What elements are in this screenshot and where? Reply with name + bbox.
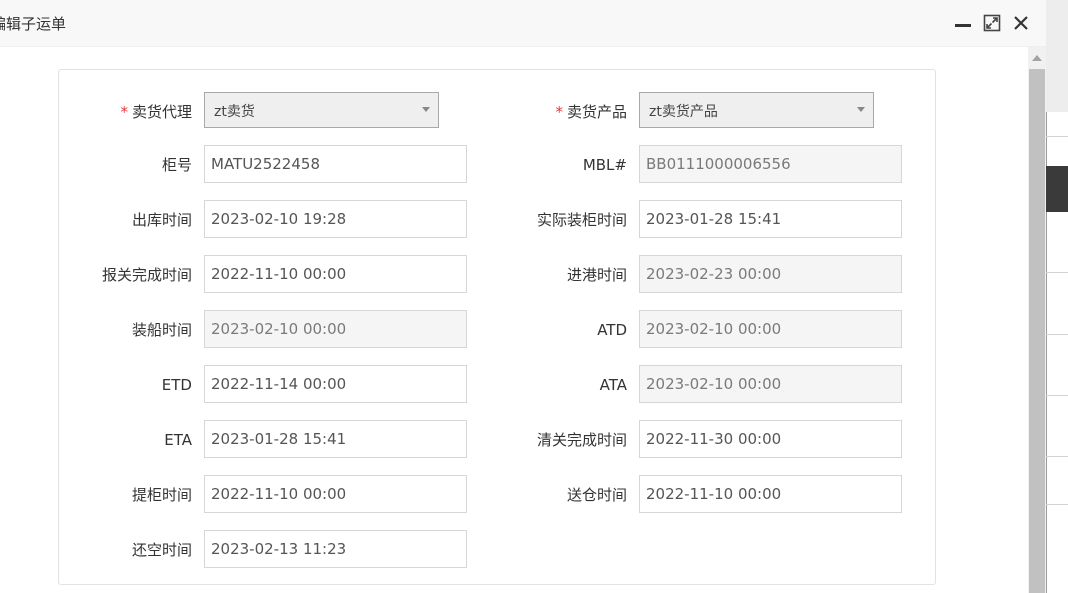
empty-return-time-field[interactable] <box>204 530 467 568</box>
actual-loading-time-label: 实际装柜时间 <box>536 211 627 229</box>
customs-done-time-label: 报关完成时间 <box>101 266 192 284</box>
chevron-down-icon <box>422 107 430 112</box>
seller-agent-label: * 卖货代理 <box>62 102 192 122</box>
close-icon[interactable] <box>1012 14 1030 32</box>
shipping-time-label: 装船时间 <box>131 321 192 339</box>
customs-done-time-field[interactable] <box>204 255 467 293</box>
background-row-line <box>1046 504 1068 505</box>
atd-label: ATD <box>597 321 627 339</box>
chevron-down-icon <box>857 107 865 112</box>
seller-agent-value: zt卖货 <box>214 104 255 120</box>
mbl-field[interactable] <box>639 145 902 183</box>
seller-product-label: * 卖货产品 <box>497 102 627 122</box>
warehouse-delivery-time-label: 送仓时间 <box>566 486 627 504</box>
pickup-time-label: 提柜时间 <box>131 486 192 504</box>
clearance-done-time-field[interactable] <box>639 420 902 458</box>
required-mark: * <box>120 103 128 121</box>
background-row-line <box>1046 272 1068 273</box>
warehouse-delivery-time-field[interactable] <box>639 475 902 513</box>
seller-product-select[interactable]: zt卖货产品 <box>639 92 874 128</box>
seller-agent-label-text: 卖货代理 <box>131 103 192 121</box>
background-row-line <box>1046 395 1068 396</box>
dialog-title: 编辑子运单 <box>0 15 67 33</box>
eta-field[interactable] <box>204 420 467 458</box>
waybill-form: *卖货代理 zt卖货 *卖货产品 zt卖货产品 柜号 MBL# 出库时间 实际装… <box>58 69 936 585</box>
mbl-label: MBL# <box>582 156 627 174</box>
container-no-label: 柜号 <box>161 156 192 174</box>
dialog-header: 编辑子运单 <box>0 0 1046 47</box>
scrollbar-thumb[interactable] <box>1029 69 1045 593</box>
outbound-time-field[interactable] <box>204 200 467 238</box>
clearance-done-time-label: 清关完成时间 <box>536 431 627 449</box>
seller-product-label-text: 卖货产品 <box>566 103 627 121</box>
container-no-field[interactable] <box>204 145 467 183</box>
shipping-time-field[interactable] <box>204 310 467 348</box>
empty-return-time-label: 还空时间 <box>131 541 192 559</box>
actual-loading-time-field[interactable] <box>639 200 902 238</box>
edit-sub-waybill-dialog: 编辑子运单 *卖货代理 zt卖货 *卖货产品 zt卖货产品 <box>0 0 1046 593</box>
pickup-time-field[interactable] <box>204 475 467 513</box>
background-page <box>1046 0 1068 593</box>
background-header-band <box>1046 0 1068 112</box>
scroll-up-arrow-icon[interactable] <box>1032 55 1042 61</box>
seller-product-value: zt卖货产品 <box>649 104 718 120</box>
eta-label: ETA <box>164 431 192 449</box>
etd-label: ETD <box>161 376 192 394</box>
background-row-line <box>1046 334 1068 335</box>
minimize-icon[interactable] <box>954 14 972 32</box>
background-row-line <box>1046 136 1068 137</box>
etd-field[interactable] <box>204 365 467 403</box>
seller-agent-select[interactable]: zt卖货 <box>204 92 439 128</box>
maximize-icon[interactable] <box>983 14 1001 32</box>
port-entry-time-label: 进港时间 <box>566 266 627 284</box>
background-dark-band <box>1046 166 1068 212</box>
atd-field[interactable] <box>639 310 902 348</box>
required-mark: * <box>555 103 563 121</box>
outbound-time-label: 出库时间 <box>131 211 192 229</box>
ata-label: ATA <box>599 376 627 394</box>
ata-field[interactable] <box>639 365 902 403</box>
port-entry-time-field[interactable] <box>639 255 902 293</box>
dialog-scrollbar[interactable] <box>1028 47 1046 593</box>
background-row-line <box>1046 456 1068 457</box>
